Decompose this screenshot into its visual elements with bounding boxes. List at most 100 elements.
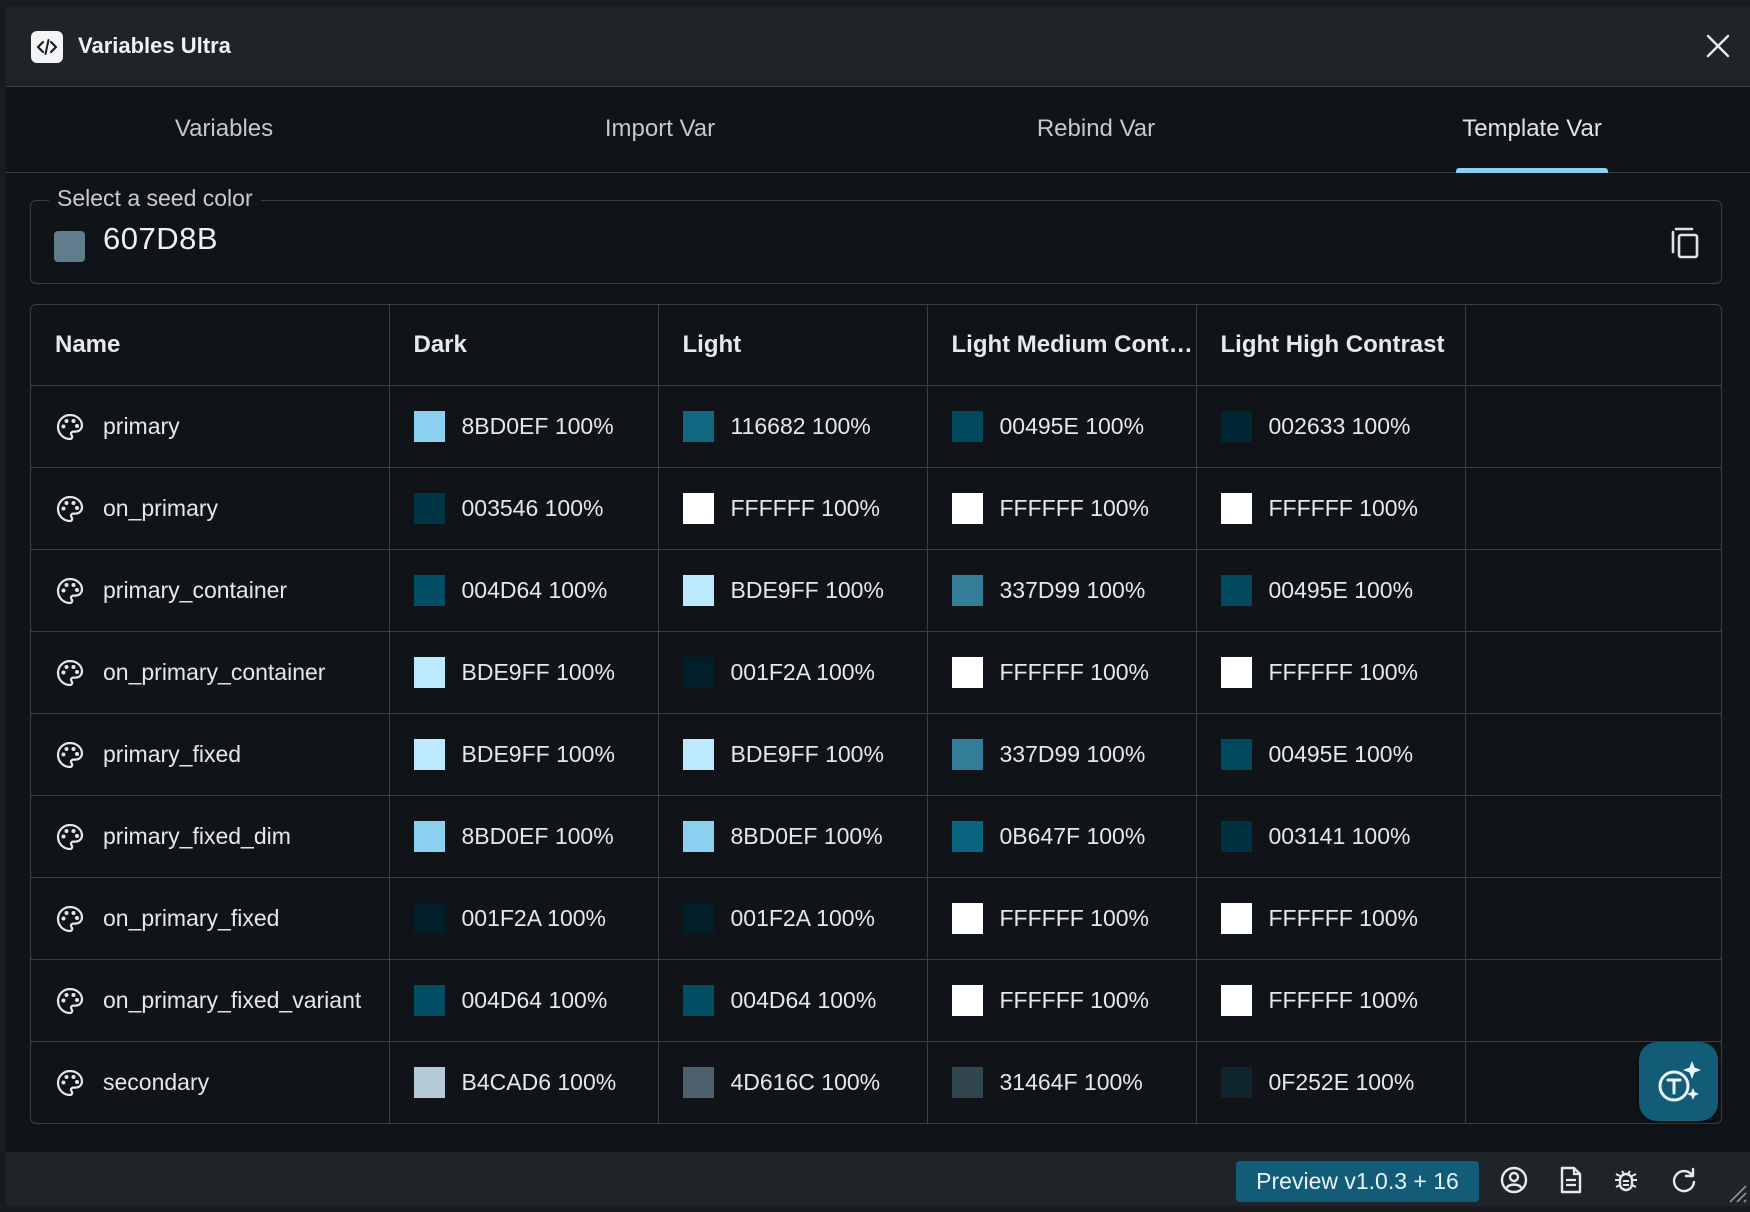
dark-value-cell[interactable]: 001F2A 100%: [389, 877, 659, 960]
seed-color-input[interactable]: 607D8B: [103, 221, 218, 257]
light-medium-contrast-value-cell[interactable]: FFFFFF 100%: [927, 959, 1197, 1042]
light-high-contrast-value-cell[interactable]: 00495E 100%: [1196, 713, 1466, 796]
light-medium-contrast-value-cell[interactable]: 0B647F 100%: [927, 795, 1197, 878]
light-medium-contrast-value-cell[interactable]: 337D99 100%: [927, 713, 1197, 796]
light-value-cell[interactable]: 001F2A 100%: [658, 877, 928, 960]
table-row[interactable]: on_primary_fixed_variant 004D64 100% 004D6…: [31, 959, 1721, 1042]
color-swatch: [951, 1067, 983, 1098]
light-high-contrast-value-cell[interactable]: 003141 100%: [1196, 795, 1466, 878]
table-row[interactable]: primary 8BD0EF 100% 116682 100% 00495E 100%…: [31, 385, 1721, 468]
color-swatch: [413, 1067, 445, 1098]
table-row[interactable]: secondary B4CAD6 100% 4D616C 100% 31464F 10…: [31, 1041, 1721, 1123]
variables-table: Name Dark Light Light Medium Contr... Li…: [30, 304, 1722, 1124]
text-sparkle-icon: [1658, 1060, 1701, 1101]
color-value: FFFFFF 100%: [730, 495, 881, 521]
light-medium-contrast-value-cell[interactable]: FFFFFF 100%: [927, 877, 1197, 960]
variable-name-cell[interactable]: primary: [31, 385, 390, 468]
light-value-cell[interactable]: 8BD0EF 100%: [658, 795, 928, 878]
refresh-icon[interactable]: [1670, 1166, 1698, 1194]
light-value-cell[interactable]: 004D64 100%: [658, 959, 928, 1042]
color-swatch: [682, 493, 714, 524]
template-ai-button[interactable]: [1639, 1042, 1718, 1121]
light-value-cell[interactable]: FFFFFF 100%: [658, 467, 928, 550]
dark-value-cell[interactable]: BDE9FF 100%: [389, 713, 659, 796]
dark-value-cell[interactable]: B4CAD6 100%: [389, 1041, 659, 1123]
tab-import-var[interactable]: Import Var: [442, 87, 878, 172]
palette-icon: [56, 741, 84, 768]
close-icon: [1706, 34, 1730, 58]
variable-name-cell[interactable]: on_primary_container: [31, 631, 390, 714]
light-medium-contrast-value-cell[interactable]: FFFFFF 100%: [927, 631, 1197, 714]
variable-name-cell[interactable]: on_primary: [31, 467, 390, 550]
version-badge[interactable]: Preview v1.0.3 + 16: [1236, 1161, 1479, 1202]
color-value: 003546 100%: [461, 495, 604, 521]
column-header-light-high-contrast[interactable]: Light High Contrast: [1196, 305, 1466, 386]
light-high-contrast-value-cell[interactable]: FFFFFF 100%: [1196, 959, 1466, 1042]
light-value-cell[interactable]: 4D616C 100%: [658, 1041, 928, 1123]
color-value: 004D64 100%: [461, 987, 608, 1013]
variable-name-cell[interactable]: primary_container: [31, 549, 390, 632]
dark-value-cell[interactable]: 003546 100%: [389, 467, 659, 550]
light-medium-contrast-value-cell[interactable]: 337D99 100%: [927, 549, 1197, 632]
color-swatch: [413, 657, 445, 688]
variable-name-cell[interactable]: on_primary_fixed_variant: [31, 959, 390, 1042]
light-high-contrast-value-cell[interactable]: 002633 100%: [1196, 385, 1466, 468]
color-value: 002633 100%: [1268, 413, 1411, 439]
color-value: 31464F 100%: [999, 1069, 1143, 1095]
document-icon[interactable]: [1557, 1166, 1585, 1194]
variable-name-cell[interactable]: on_primary_fixed: [31, 877, 390, 960]
color-value: 003141 100%: [1268, 823, 1411, 849]
dark-value-cell[interactable]: 004D64 100%: [389, 959, 659, 1042]
variable-name-cell[interactable]: primary_fixed_dim: [31, 795, 390, 878]
light-high-contrast-value-cell[interactable]: FFFFFF 100%: [1196, 467, 1466, 550]
color-value: 00495E 100%: [1268, 741, 1414, 767]
dark-value-cell[interactable]: 8BD0EF 100%: [389, 385, 659, 468]
dark-value-cell[interactable]: 004D64 100%: [389, 549, 659, 632]
light-value-cell[interactable]: 116682 100%: [658, 385, 928, 468]
table-row[interactable]: primary_fixed BDE9FF 100% BDE9FF 100% 337D9…: [31, 713, 1721, 796]
color-swatch: [413, 985, 445, 1016]
copy-button[interactable]: [1667, 223, 1703, 263]
color-value: 0F252E 100%: [1268, 1069, 1415, 1095]
resize-handle-icon[interactable]: [1724, 1180, 1748, 1204]
table-row[interactable]: primary_container 004D64 100% BDE9FF 100% 3…: [31, 549, 1721, 632]
color-value: 00495E 100%: [999, 413, 1145, 439]
light-value-cell[interactable]: BDE9FF 100%: [658, 549, 928, 632]
account-icon[interactable]: [1500, 1166, 1528, 1194]
dark-value-cell[interactable]: BDE9FF 100%: [389, 631, 659, 714]
tab-template-var[interactable]: Template Var: [1314, 87, 1750, 173]
light-medium-contrast-value-cell[interactable]: 00495E 100%: [927, 385, 1197, 468]
light-value-cell[interactable]: BDE9FF 100%: [658, 713, 928, 796]
color-value: 337D99 100%: [999, 741, 1146, 767]
table-row[interactable]: on_primary 003546 100% FFFFFF 100% FFFFFF 1…: [31, 467, 1721, 550]
color-swatch: [951, 493, 983, 524]
color-swatch: [1220, 411, 1252, 442]
light-high-contrast-value-cell[interactable]: 00495E 100%: [1196, 549, 1466, 632]
variable-name-cell[interactable]: secondary: [31, 1041, 390, 1123]
light-high-contrast-value-cell[interactable]: 0F252E 100%: [1196, 1041, 1466, 1123]
table-row[interactable]: primary_fixed_dim 8BD0EF 100% 8BD0EF 100% 0…: [31, 795, 1721, 878]
close-button[interactable]: [1698, 26, 1738, 66]
table-row[interactable]: on_primary_fixed 001F2A 100% 001F2A 100% FF…: [31, 877, 1721, 960]
color-swatch: [682, 985, 714, 1016]
light-medium-contrast-value-cell[interactable]: 31464F 100%: [927, 1041, 1197, 1123]
color-value: 8BD0EF 100%: [461, 413, 614, 439]
seed-color-field[interactable]: Select a seed color 607D8B: [30, 185, 1722, 284]
tab-variables[interactable]: Variables: [6, 87, 442, 172]
plugin-window: Variables Ultra Variables Import Var Reb…: [6, 6, 1750, 1206]
bug-icon[interactable]: [1612, 1166, 1640, 1194]
light-value-cell[interactable]: 001F2A 100%: [658, 631, 928, 714]
tab-rebind-var[interactable]: Rebind Var: [878, 87, 1314, 172]
light-medium-contrast-value-cell[interactable]: FFFFFF 100%: [927, 467, 1197, 550]
table-row[interactable]: on_primary_container BDE9FF 100% 001F2A 10…: [31, 631, 1721, 714]
seed-color-swatch[interactable]: [54, 231, 85, 262]
dark-value-cell[interactable]: 8BD0EF 100%: [389, 795, 659, 878]
column-header-light-medium-contrast[interactable]: Light Medium Contr...: [927, 305, 1197, 386]
column-header-light[interactable]: Light: [658, 305, 928, 386]
variable-name-cell[interactable]: primary_fixed: [31, 713, 390, 796]
column-header-name[interactable]: Name: [31, 305, 390, 386]
light-high-contrast-value-cell[interactable]: FFFFFF 100%: [1196, 877, 1466, 960]
light-high-contrast-value-cell[interactable]: FFFFFF 100%: [1196, 631, 1466, 714]
color-swatch: [1220, 1067, 1252, 1098]
column-header-dark[interactable]: Dark: [389, 305, 659, 386]
